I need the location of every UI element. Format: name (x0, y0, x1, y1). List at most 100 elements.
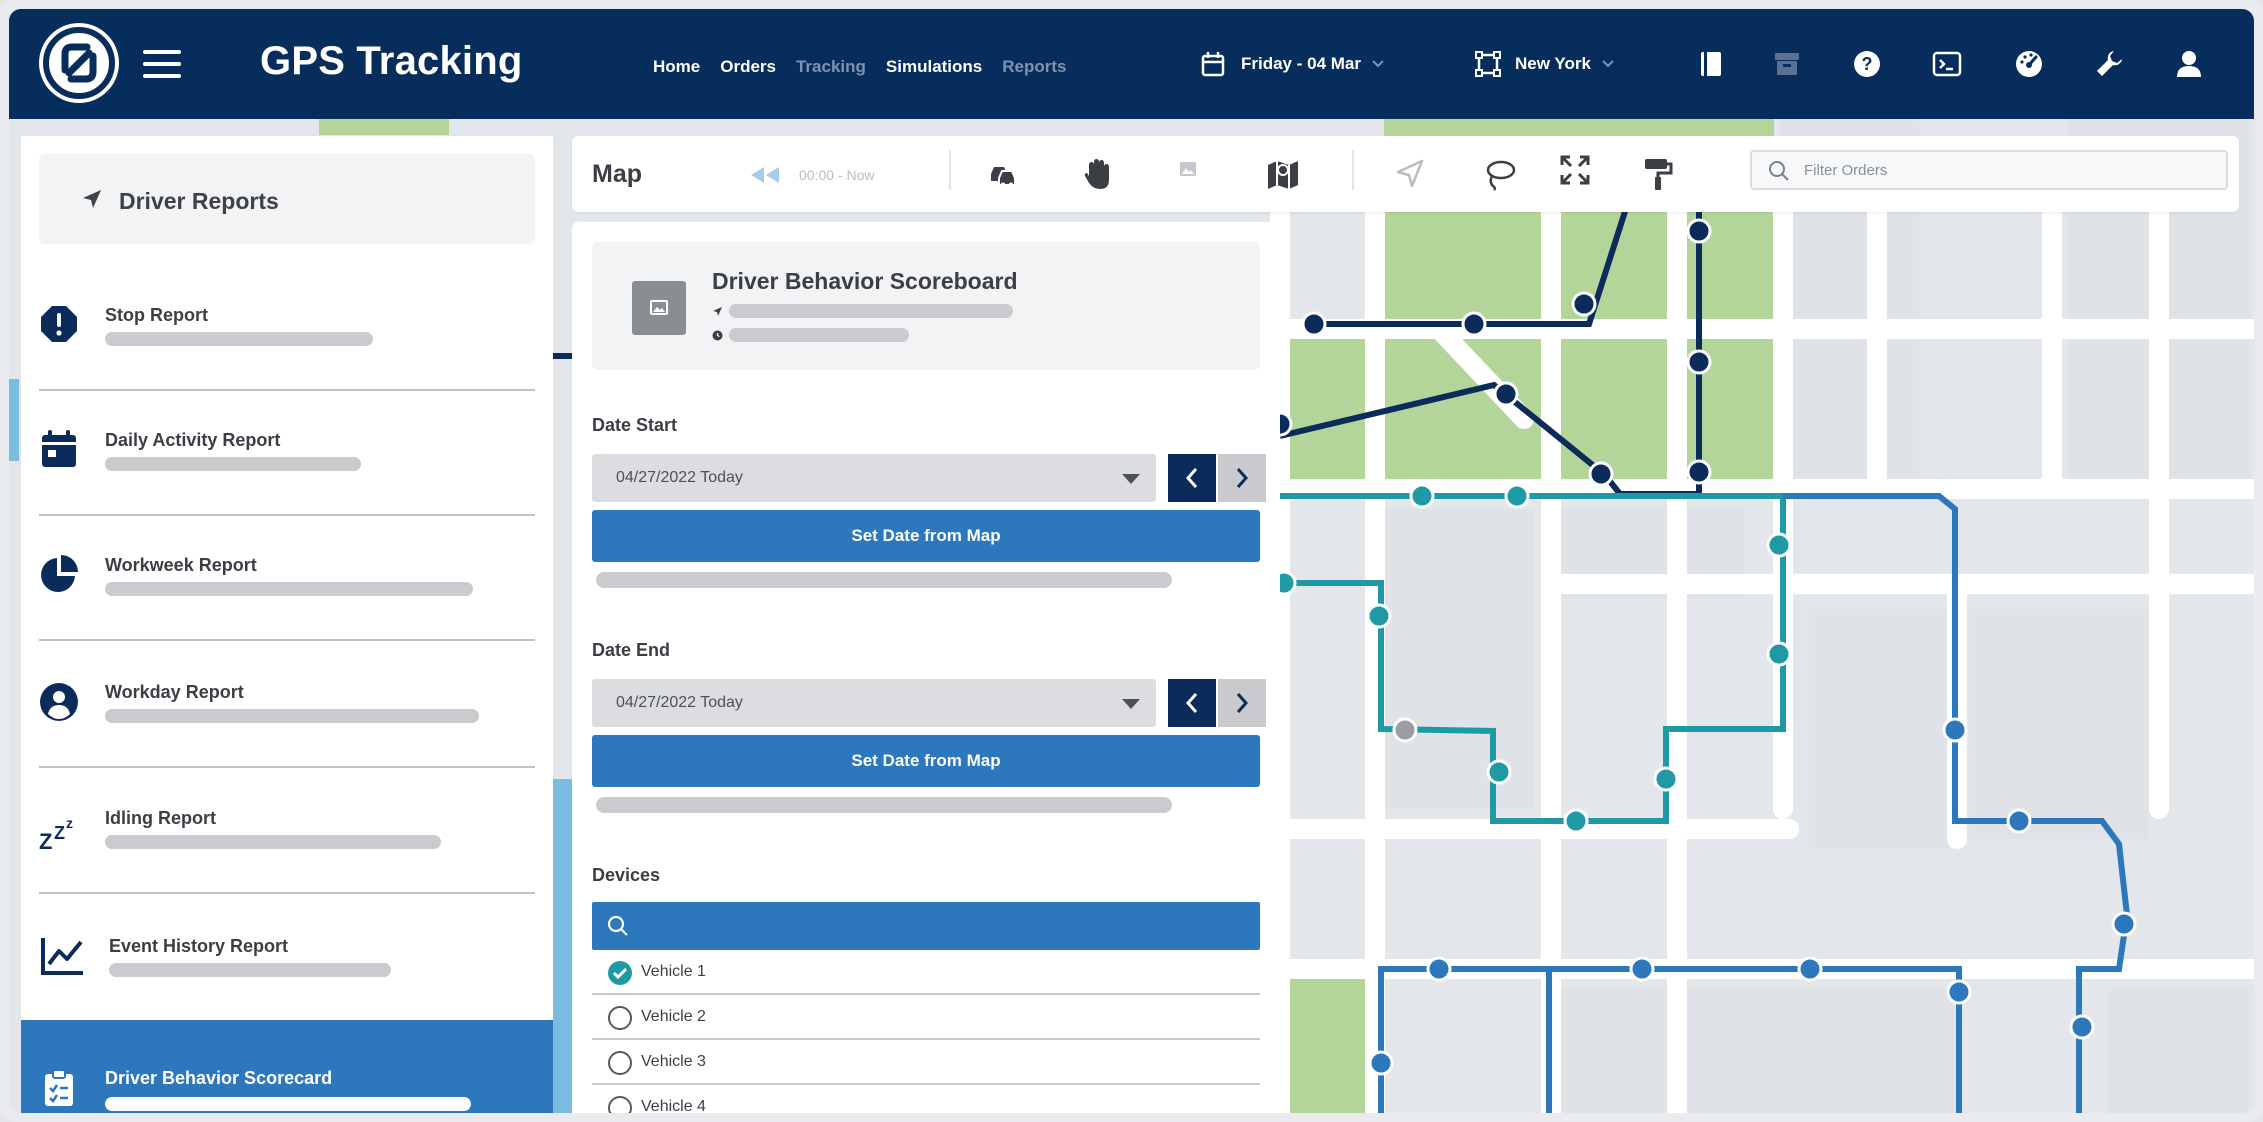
paint-roller-icon[interactable] (1640, 156, 1676, 192)
date-start-prev-button[interactable] (1168, 454, 1216, 502)
nav-home[interactable]: Home (653, 57, 700, 77)
svg-text:z: z (66, 815, 73, 831)
chevron-left-icon (1185, 468, 1198, 488)
sidebar-item-label: Daily Activity Report (105, 430, 281, 450)
city-picker[interactable]: New York (1475, 47, 1615, 81)
radio-button[interactable] (608, 1096, 632, 1113)
placeholder-bar (105, 1097, 471, 1111)
toolbar-separator (1352, 150, 1354, 190)
device-label: Vehicle 3 (641, 1053, 706, 1070)
pie-chart-icon (41, 555, 78, 592)
sidebar-item-stop-report[interactable]: Stop Report (39, 296, 535, 416)
speedometer-icon[interactable] (2013, 48, 2045, 80)
svg-text:?: ? (1862, 54, 1873, 74)
divider (39, 766, 535, 768)
report-title: Driver Behavior Scoreboard (712, 268, 1018, 294)
device-row-vehicle-2[interactable]: Vehicle 2 (592, 995, 1260, 1040)
date-end-select[interactable]: 04/27/2022 Today (592, 679, 1156, 727)
clock-icon (712, 330, 723, 341)
date-label: Friday - 04 Mar (1241, 54, 1361, 73)
map-icon[interactable] (1265, 156, 1301, 192)
filter-orders-input[interactable] (1804, 152, 2214, 188)
rewind-icon[interactable] (749, 165, 781, 185)
book-icon[interactable] (1695, 48, 1727, 80)
set-date-start-from-map-button[interactable]: Set Date from Map (592, 510, 1260, 562)
driver-reports-sidebar: Driver Reports Stop Report Daily Activit… (21, 136, 553, 1113)
placeholder-bar (105, 709, 479, 723)
city-label: New York (1515, 54, 1591, 73)
date-start-value: 04/27/2022 Today (616, 469, 743, 486)
date-start-select[interactable]: 04/27/2022 Today (592, 454, 1156, 502)
sidebar-item-label: Event History Report (109, 936, 289, 956)
device-label: Vehicle 1 (641, 963, 706, 980)
menu-icon[interactable] (143, 48, 185, 80)
sidebar-item-daily-activity-report[interactable]: Daily Activity Report (39, 421, 535, 541)
chevron-right-icon (1236, 468, 1249, 488)
report-card: Driver Behavior Scoreboard (592, 242, 1260, 370)
radio-button[interactable] (608, 1051, 632, 1075)
user-icon[interactable] (2173, 48, 2205, 80)
search-icon (607, 915, 628, 936)
chevron-left-icon (1185, 693, 1198, 713)
date-start-next-button[interactable] (1218, 454, 1266, 502)
set-date-end-from-map-button[interactable]: Set Date from Map (592, 735, 1260, 787)
map-title: Map (592, 160, 642, 188)
sidebar-header: Driver Reports (39, 154, 535, 244)
hand-wave-icon[interactable] (1080, 156, 1116, 192)
caret-down-icon (1122, 474, 1140, 484)
devices-search-input[interactable] (592, 902, 1260, 950)
image-icon[interactable] (1170, 154, 1206, 190)
line-chart-icon (41, 938, 83, 975)
expand-icon[interactable] (1557, 152, 1593, 188)
sidebar-item-workday-report[interactable]: Workday Report (39, 671, 535, 791)
time-range[interactable]: 00:00 - Now (799, 167, 874, 183)
report-thumbnail (632, 281, 686, 335)
lasso-icon[interactable] (1482, 156, 1518, 192)
divider (39, 514, 535, 516)
divider (39, 639, 535, 641)
divider (39, 892, 535, 894)
placeholder-bar (105, 457, 361, 471)
location-arrow-icon[interactable] (1392, 156, 1428, 192)
area-select-icon (1475, 51, 1501, 77)
placeholder-bar (105, 835, 441, 849)
date-end-next-button[interactable] (1218, 679, 1266, 727)
send-icon (83, 190, 101, 208)
placeholder-bar (729, 328, 909, 342)
archive-icon[interactable] (1771, 48, 1803, 80)
date-start-label: Date Start (592, 415, 678, 435)
device-row-vehicle-4[interactable]: Vehicle 4 (592, 1085, 1260, 1113)
filter-orders-field[interactable] (1750, 150, 2228, 190)
sidebar-item-label: Idling Report (105, 808, 216, 828)
help-icon[interactable]: ? (1851, 48, 1883, 80)
nav-orders[interactable]: Orders (720, 57, 776, 77)
device-row-vehicle-3[interactable]: Vehicle 3 (592, 1040, 1260, 1085)
map-toolbar: Map 00:00 - Now (572, 136, 2239, 212)
alert-octagon-icon (41, 306, 77, 342)
sidebar-item-event-history-report[interactable]: Event History Report (39, 926, 535, 1016)
top-bar: GPS Tracking Home Orders Tracking Simula… (9, 9, 2254, 119)
nav-reports[interactable]: Reports (1002, 57, 1066, 77)
toolbar-separator (949, 150, 951, 190)
cars-icon[interactable] (985, 156, 1021, 192)
user-circle-icon (40, 683, 78, 721)
nav-simulations[interactable]: Simulations (886, 57, 982, 77)
terminal-icon[interactable] (1931, 48, 1963, 80)
placeholder-bar (105, 332, 373, 346)
date-picker[interactable]: Friday - 04 Mar (1201, 47, 1385, 81)
radio-button[interactable] (608, 1006, 632, 1030)
sidebar-item-workweek-report[interactable]: Workweek Report (39, 546, 535, 666)
nav-tracking[interactable]: Tracking (796, 57, 866, 77)
checked-radio-icon[interactable] (608, 961, 632, 985)
report-panel: Driver Behavior Scoreboard Date Start 04… (572, 222, 1280, 1113)
device-row-vehicle-1[interactable]: Vehicle 1 (592, 950, 1260, 995)
device-label: Vehicle 2 (641, 1008, 706, 1025)
date-end-prev-button[interactable] (1168, 679, 1216, 727)
app-logo[interactable] (39, 23, 119, 103)
sidebar-item-driver-behavior-scorecard[interactable]: Driver Behavior Scorecard (21, 1020, 553, 1113)
wrench-icon[interactable] (2093, 48, 2125, 80)
location-arrow-icon (713, 307, 722, 316)
clipboard-check-icon (45, 1069, 73, 1106)
sidebar-item-label: Workday Report (105, 682, 244, 702)
sidebar-item-idling-report[interactable]: Z Z z Idling Report (39, 796, 535, 916)
